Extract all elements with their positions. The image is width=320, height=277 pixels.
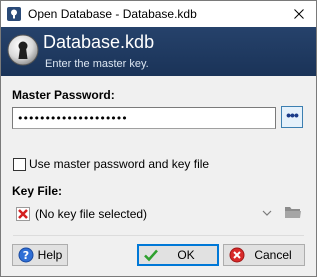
chevron-down-icon [262,210,272,216]
ok-button[interactable]: OK [137,244,219,266]
open-database-dialog: Open Database - Database.kdb Database.kd… [0,0,317,277]
banner-subtitle: Enter the master key. [45,58,149,70]
key-file-checkbox-label: Use master password and key file [29,157,210,171]
key-file-option[interactable]: Use master password and key file [13,157,209,171]
master-password-label: Master Password: [12,88,115,102]
key-file-label: Key File: [12,184,63,198]
help-button-label: Help [37,248,63,262]
master-password-value: •••••••••••••••••••• [17,111,128,125]
divider [13,235,304,236]
keepass-lock-icon [7,7,21,21]
ok-button-label: OK [177,248,195,262]
key-file-checkbox[interactable] [13,157,26,171]
folder-icon[interactable] [284,204,302,220]
dots-icon: ••• [286,107,299,123]
keyhole-icon [7,34,39,66]
database-name: Database.kdb [43,32,155,52]
no-key-file-icon [16,207,30,221]
help-button[interactable]: ? Help [12,244,68,266]
master-password-field[interactable]: •••••••••••••••••••• [12,107,276,129]
key-file-selected-value: (No key file selected) [35,207,148,221]
header-banner: Database.kdb Enter the master key. [1,27,316,76]
cancel-button[interactable]: Cancel [223,244,305,266]
close-button[interactable] [282,1,316,27]
toggle-password-visibility-button[interactable]: ••• [281,106,303,128]
window-title: Open Database - Database.kdb [28,7,197,21]
key-file-select[interactable]: (No key file selected) [13,204,275,223]
title-bar: Open Database - Database.kdb [1,1,316,27]
cancel-button-label: Cancel [254,248,292,262]
close-icon [294,9,304,19]
